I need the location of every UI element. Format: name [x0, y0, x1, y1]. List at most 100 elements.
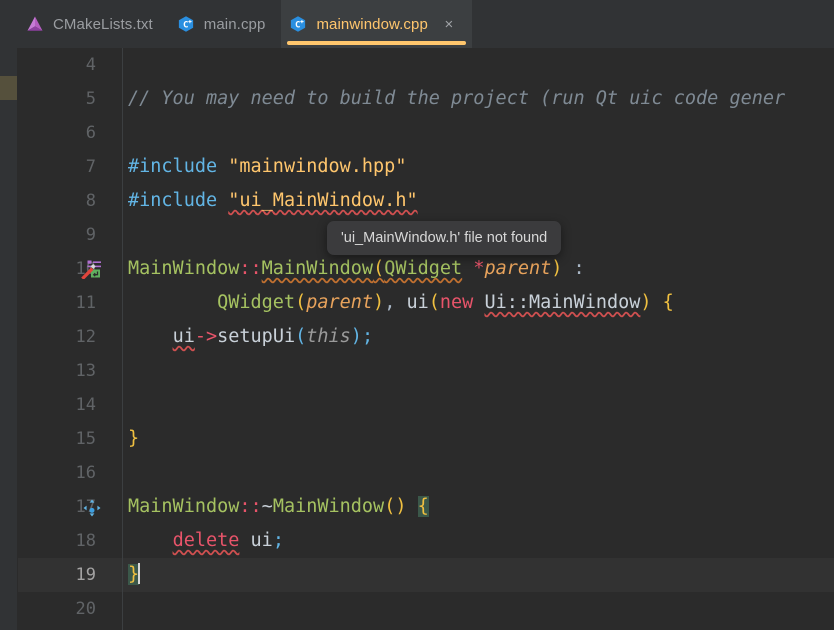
gutter-row: 4: [18, 48, 122, 82]
line-number: 16: [75, 463, 96, 483]
comma: ,: [384, 292, 396, 313]
code-line: #include "mainwindow.hpp": [128, 150, 406, 184]
code-row: }: [123, 422, 834, 456]
param-name: parent: [484, 258, 552, 279]
member-name: ui: [406, 292, 429, 313]
scope-operator: ::: [239, 496, 262, 517]
code-row: QWidget(parent), ui(new Ui::MainWindow) …: [123, 286, 834, 320]
code-line: delete ui;: [128, 524, 284, 558]
implement-method-icon[interactable]: [80, 259, 102, 280]
arrow-operator: ->: [194, 326, 218, 347]
code-row: [123, 592, 834, 626]
line-number-gutter[interactable]: 4 5 6 7 8 9 10 11 12 13 14 15 16 17 18 1…: [18, 48, 123, 630]
cpp-file-icon: C: [289, 15, 307, 33]
tab-label: main.cpp: [203, 15, 266, 33]
close-icon[interactable]: ×: [442, 17, 456, 32]
line-number: 9: [85, 225, 96, 245]
gutter-row: 13: [18, 354, 122, 388]
class-name: MainWindow: [128, 258, 240, 279]
line-number: 13: [75, 361, 96, 381]
semicolon: ;: [272, 530, 284, 551]
svg-text:C: C: [295, 20, 300, 30]
editor-tab-bar: CMakeLists.txt C main.cpp C mainwindow.c…: [0, 0, 834, 48]
line-number: 7: [85, 157, 96, 177]
include-path-string: "mainwindow.hpp": [228, 156, 407, 177]
code-row: // You may need to build the project (ru…: [123, 82, 834, 116]
delete-keyword[interactable]: delete: [173, 530, 240, 551]
gutter-row: 12: [18, 320, 122, 354]
code-editor[interactable]: 4 5 6 7 8 9 10 11 12 13 14 15 16 17 18 1…: [0, 48, 834, 630]
open-paren: (: [373, 258, 385, 279]
code-comment: // You may need to build the project (ru…: [128, 88, 786, 109]
ide-window: CMakeLists.txt C main.cpp C mainwindow.c…: [0, 0, 834, 630]
current-line-highlight: [18, 558, 122, 592]
member-name-error[interactable]: ui: [173, 326, 195, 347]
gutter-row: 18: [18, 524, 122, 558]
line-number: 15: [75, 429, 96, 449]
close-paren: ): [640, 292, 652, 313]
base-class: QWidget: [217, 292, 296, 313]
code-row-current: }: [123, 558, 834, 592]
tab-mainwindow-cpp[interactable]: C mainwindow.cpp ×: [281, 0, 472, 48]
code-line: }: [128, 558, 141, 592]
tab-bar-left-padding: [0, 0, 18, 48]
svg-text:C: C: [183, 20, 188, 30]
line-number: 14: [75, 395, 96, 415]
code-text-area[interactable]: // You may need to build the project (ru…: [123, 48, 834, 630]
class-name: MainWindow: [128, 496, 240, 517]
parens: (): [384, 496, 407, 517]
line-number: 19: [75, 565, 96, 585]
editor-left-strip[interactable]: [0, 48, 18, 630]
constructor-name: MainWindow: [261, 258, 374, 279]
open-paren: (: [295, 326, 307, 347]
tab-cmakelists-txt[interactable]: CMakeLists.txt: [18, 0, 169, 48]
cmake-icon: [26, 15, 44, 33]
code-row: #include "mainwindow.hpp": [123, 150, 834, 184]
preprocessor-directive: #include: [128, 190, 218, 211]
current-line-highlight: [123, 558, 834, 592]
line-number: 20: [75, 599, 96, 619]
code-line: QWidget(parent), ui(new Ui::MainWindow) …: [128, 286, 674, 320]
gutter-row: 9: [18, 218, 122, 252]
gutter-row: 7: [18, 150, 122, 184]
destructor-name: MainWindow: [272, 496, 385, 517]
tab-label: mainwindow.cpp: [316, 15, 428, 33]
new-keyword: new: [439, 292, 474, 313]
code-row: [123, 48, 834, 82]
gutter-row: 17: [18, 490, 122, 524]
ui-class-name-error[interactable]: Ui::MainWindow: [484, 292, 640, 313]
line-number: 5: [85, 89, 96, 109]
related-symbol-icon[interactable]: [82, 498, 104, 518]
active-tab-indicator: [287, 41, 466, 45]
gutter-row: 5: [18, 82, 122, 116]
text-caret: [138, 563, 141, 584]
member-name: ui: [239, 530, 273, 551]
gutter-row: 16: [18, 456, 122, 490]
include-path-string-error[interactable]: "ui_MainWindow.h": [228, 190, 417, 211]
init-list-colon: :: [562, 258, 585, 279]
error-tooltip: 'ui_MainWindow.h' file not found: [327, 221, 562, 255]
line-number: 8: [85, 191, 96, 211]
modified-lines-marker: [0, 76, 17, 100]
gutter-row: 11: [18, 286, 122, 320]
code-line: ui->setupUi(this);: [128, 320, 374, 354]
tab-main-cpp[interactable]: C main.cpp: [169, 0, 282, 48]
line-number: 11: [75, 293, 96, 313]
method-name: setupUi: [217, 326, 296, 347]
gutter-row: 14: [18, 388, 122, 422]
gutter-row: 20: [18, 592, 122, 626]
error-tooltip-text: 'ui_MainWindow.h' file not found: [341, 230, 548, 246]
code-row: #include "ui_MainWindow.h": [123, 184, 834, 218]
code-row: [123, 354, 834, 388]
code-row: MainWindow::~MainWindow() {: [123, 490, 834, 524]
line-number: 12: [75, 327, 96, 347]
